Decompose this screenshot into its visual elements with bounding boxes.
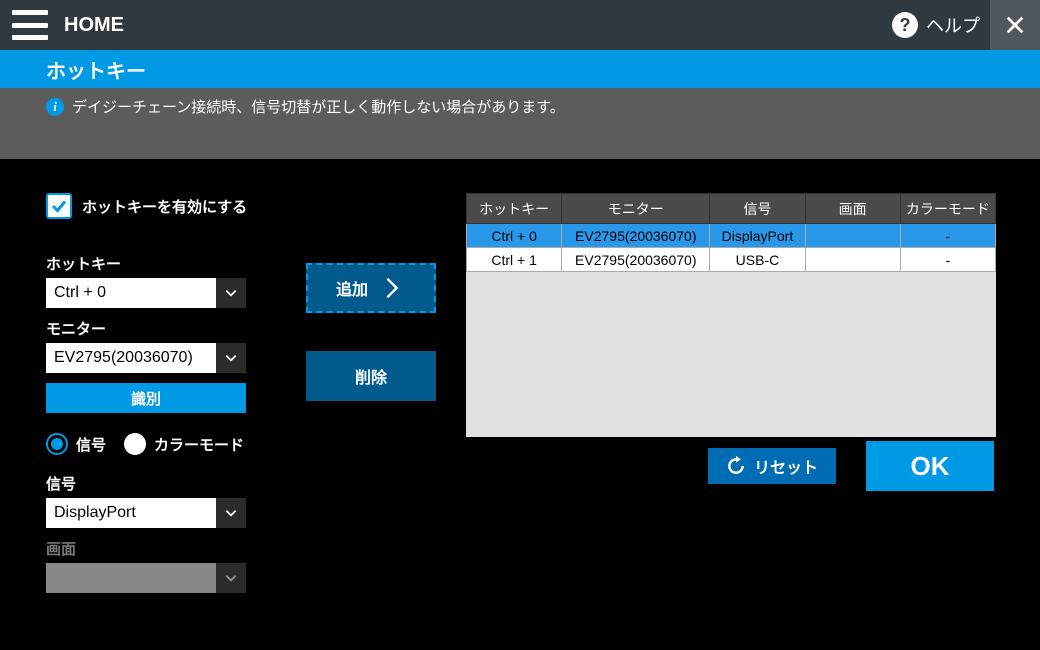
monitor-select[interactable]: EV2795(20036070) <box>46 343 246 373</box>
screen-field-label: 画面 <box>46 538 306 559</box>
table-header: 信号 <box>710 194 805 224</box>
delete-button[interactable]: 削除 <box>306 351 436 401</box>
identify-button[interactable]: 識別 <box>46 383 246 413</box>
radio-signal[interactable]: 信号 <box>46 433 106 455</box>
enable-hotkey-checkbox[interactable] <box>46 193 72 219</box>
chevron-right-icon <box>378 274 406 302</box>
hotkey-field-label: ホットキー <box>46 253 306 274</box>
table-row[interactable]: Ctrl + 0EV2795(20036070)DisplayPort - <box>467 224 996 248</box>
reset-button[interactable]: リセット <box>708 448 836 484</box>
signal-select-value: DisplayPort <box>46 498 216 528</box>
page-title: ホットキー <box>0 50 1040 88</box>
table-cell <box>805 248 900 272</box>
info-icon: i <box>46 98 64 116</box>
help-button[interactable]: ? ヘルプ <box>892 12 980 38</box>
table-cell <box>805 224 900 248</box>
table-row[interactable]: Ctrl + 1EV2795(20036070)USB-C - <box>467 248 996 272</box>
table-header: 画面 <box>805 194 900 224</box>
table-cell: Ctrl + 0 <box>467 224 562 248</box>
hotkey-table: ホットキーモニター信号画面カラーモード Ctrl + 0EV2795(20036… <box>466 193 996 437</box>
chevron-down-icon <box>216 343 246 373</box>
table-header: カラーモード <box>900 194 995 224</box>
hotkey-select[interactable]: Ctrl + 0 <box>46 278 246 308</box>
menu-icon[interactable] <box>12 10 48 40</box>
screen-select <box>46 563 246 593</box>
help-label: ヘルプ <box>926 12 980 38</box>
add-button-label: 追加 <box>336 276 368 300</box>
table-cell: EV2795(20036070) <box>562 248 710 272</box>
refresh-icon <box>726 456 746 476</box>
chevron-down-icon <box>216 563 246 593</box>
radio-signal-label: 信号 <box>76 434 106 455</box>
table-header: ホットキー <box>467 194 562 224</box>
info-text: デイジーチェーン接続時、信号切替が正しく動作しない場合があります。 <box>72 96 565 117</box>
enable-hotkey-label: ホットキーを有効にする <box>82 196 247 217</box>
chevron-down-icon <box>216 278 246 308</box>
check-icon <box>50 197 68 215</box>
signal-select[interactable]: DisplayPort <box>46 498 246 528</box>
table-cell: EV2795(20036070) <box>562 224 710 248</box>
table-header: モニター <box>562 194 710 224</box>
close-button[interactable] <box>990 0 1040 50</box>
table-cell: DisplayPort <box>710 224 805 248</box>
home-link[interactable]: HOME <box>64 14 124 37</box>
radio-colormode-label: カラーモード <box>154 434 244 455</box>
signal-field-label: 信号 <box>46 473 306 494</box>
add-button[interactable]: 追加 <box>306 263 436 313</box>
reset-button-label: リセット <box>754 454 818 478</box>
table-cell: Ctrl + 1 <box>467 248 562 272</box>
monitor-select-value: EV2795(20036070) <box>46 343 216 373</box>
table-cell: - <box>900 224 995 248</box>
hotkey-select-value: Ctrl + 0 <box>46 278 216 308</box>
screen-select-value <box>46 563 216 593</box>
ok-button[interactable]: OK <box>866 441 994 491</box>
monitor-field-label: モニター <box>46 318 306 339</box>
chevron-down-icon <box>216 498 246 528</box>
radio-colormode[interactable]: カラーモード <box>124 433 244 455</box>
table-cell: USB-C <box>710 248 805 272</box>
delete-button-label: 削除 <box>355 364 387 388</box>
help-icon: ? <box>892 12 918 38</box>
table-cell: - <box>900 248 995 272</box>
close-icon <box>1004 14 1026 36</box>
